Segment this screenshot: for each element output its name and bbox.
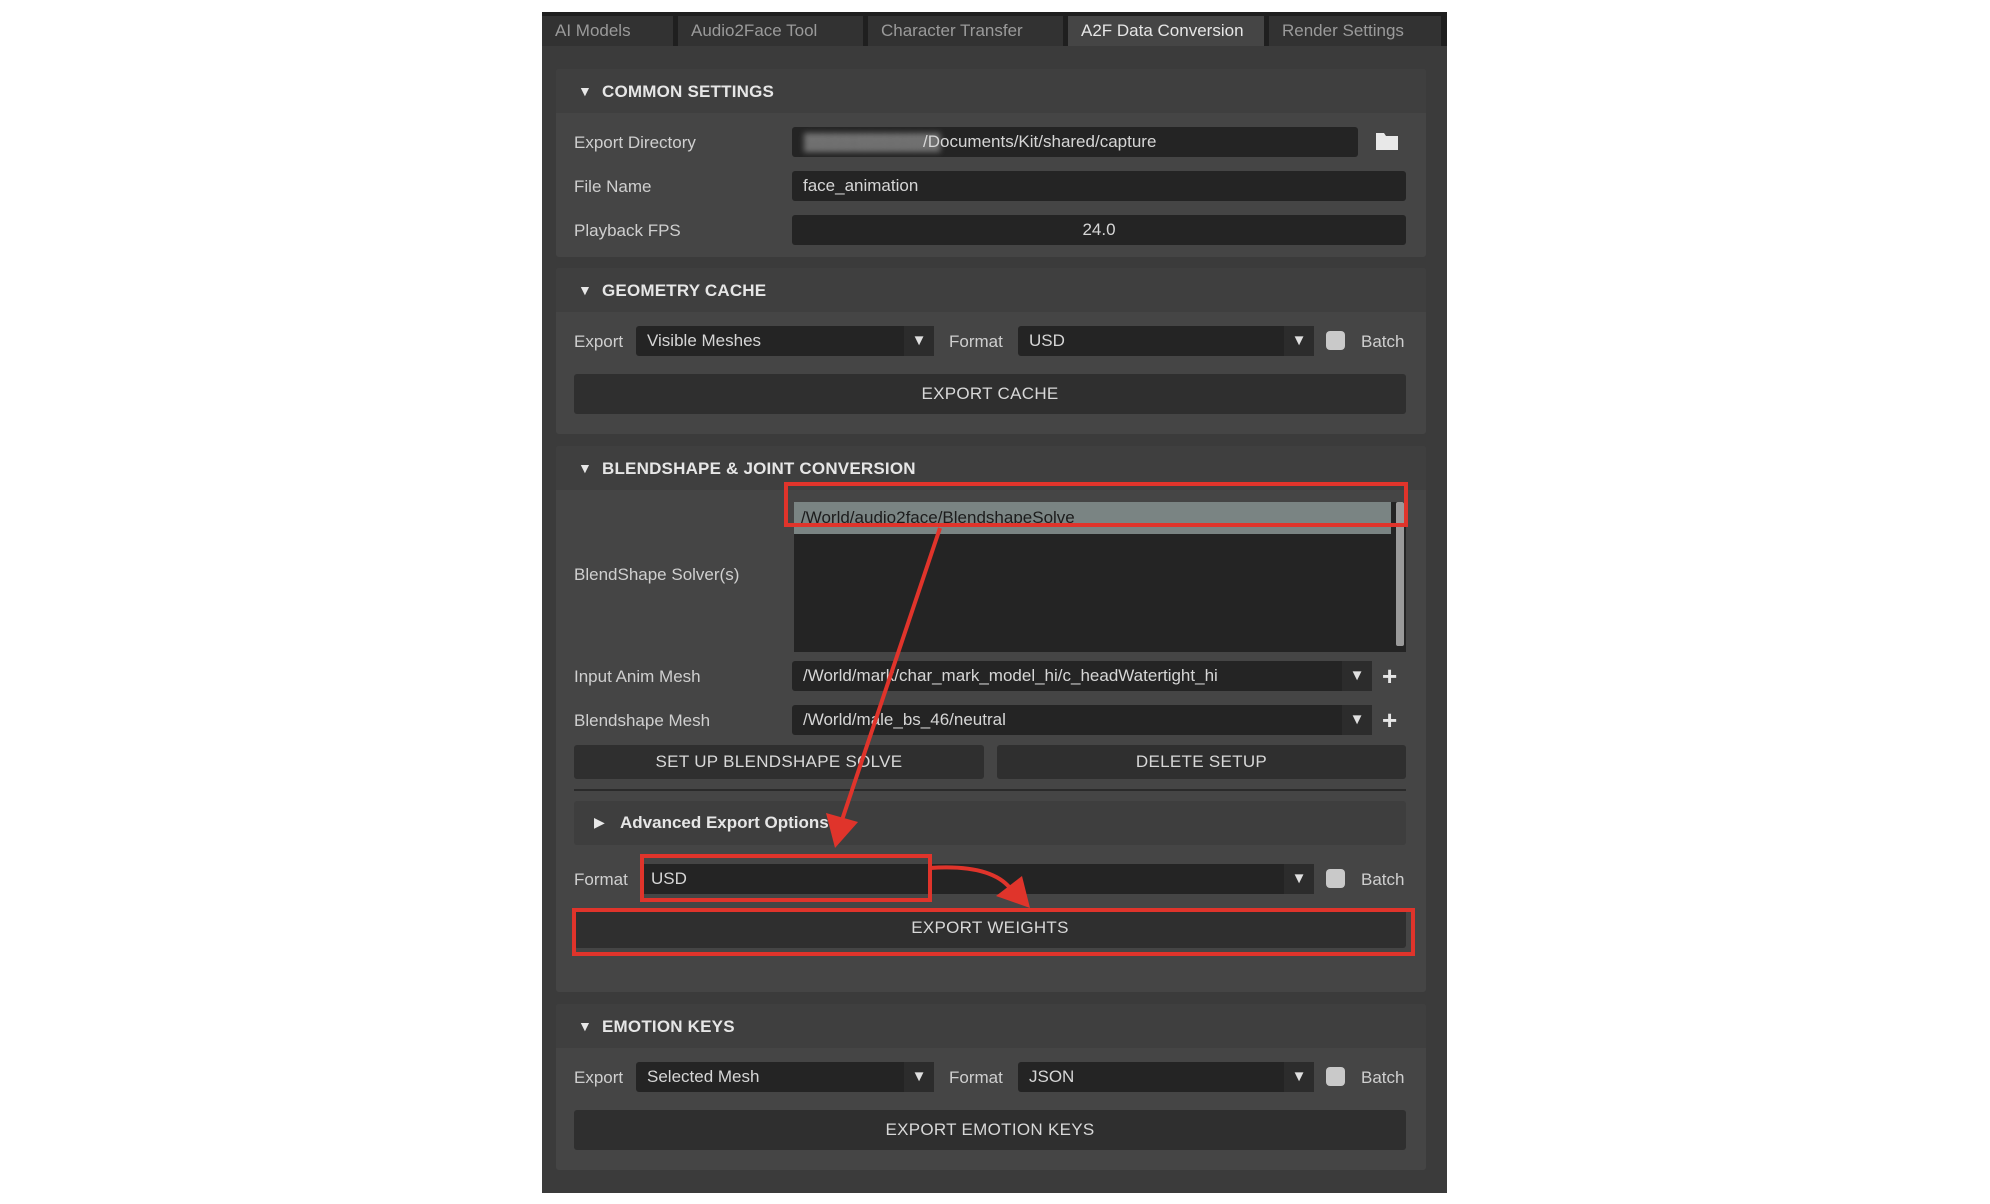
section-title: GEOMETRY CACHE [602, 281, 767, 300]
advanced-export-options-toggle[interactable]: ▶ Advanced Export Options [574, 801, 1406, 845]
input-anim-mesh-label: Input Anim Mesh [574, 667, 701, 686]
format-label: Format [574, 870, 628, 889]
export-directory-label: Export Directory [574, 133, 696, 152]
blendshape-section: ▼ BLENDSHAPE & JOINT CONVERSION BlendSha… [556, 446, 1426, 992]
blendshape-header[interactable]: ▼ BLENDSHAPE & JOINT CONVERSION [556, 446, 1426, 490]
emotion-keys-section: ▼ EMOTION KEYS Export Selected Mesh ▼ Fo… [556, 1004, 1426, 1170]
dropdown-arrow-icon: ▼ [1284, 1062, 1314, 1092]
add-input-mesh-icon[interactable]: + [1382, 663, 1397, 689]
dropdown-arrow-icon: ▼ [1284, 326, 1314, 356]
dropdown-value: USD [651, 869, 687, 888]
playback-fps-label: Playback FPS [574, 221, 681, 240]
dropdown-arrow-icon: ▼ [1284, 864, 1314, 894]
export-label: Export [574, 1068, 624, 1087]
batch-checkbox[interactable] [1326, 869, 1345, 888]
collapse-triangle-icon: ▼ [578, 1018, 592, 1034]
blendshape-mesh-label: Blendshape Mesh [574, 711, 711, 730]
solvers-list[interactable]: /World/audio2face/BlendshapeSolve [794, 502, 1406, 652]
geometry-cache-section: ▼ GEOMETRY CACHE Export Visible Meshes ▼… [556, 268, 1426, 434]
common-settings-header[interactable]: ▼ COMMON SETTINGS [556, 69, 1426, 113]
tab-render-settings[interactable]: Render Settings [1269, 16, 1441, 46]
collapse-triangle-icon: ▼ [578, 460, 592, 476]
export-weights-button[interactable]: EXPORT WEIGHTS [574, 908, 1406, 948]
dropdown-value: Selected Mesh [647, 1067, 760, 1086]
folder-icon[interactable] [1374, 128, 1400, 154]
batch-label: Batch [1361, 332, 1405, 351]
collapse-triangle-icon: ▼ [578, 282, 592, 298]
tab-ai-models[interactable]: AI Models [542, 16, 673, 46]
tab-character-transfer[interactable]: Character Transfer [868, 16, 1063, 46]
format-dropdown[interactable]: USD ▼ [1018, 326, 1314, 356]
file-name-field[interactable]: face_animation [792, 171, 1406, 201]
dropdown-value: /World/mark/char_mark_model_hi/c_headWat… [803, 666, 1218, 685]
input-anim-mesh-dropdown[interactable]: /World/mark/char_mark_model_hi/c_headWat… [792, 661, 1372, 691]
export-label: Export [574, 332, 624, 351]
batch-label: Batch [1361, 1068, 1405, 1087]
batch-label: Batch [1361, 870, 1405, 889]
export-emotion-keys-button[interactable]: EXPORT EMOTION KEYS [574, 1110, 1406, 1150]
playback-fps-field[interactable]: 24.0 [792, 215, 1406, 245]
divider [574, 789, 1406, 791]
file-name-label: File Name [574, 177, 652, 196]
blendshape-mesh-dropdown[interactable]: /World/male_bs_46/neutral ▼ [792, 705, 1372, 735]
geometry-cache-header[interactable]: ▼ GEOMETRY CACHE [556, 268, 1426, 312]
list-scrollbar[interactable] [1396, 502, 1404, 646]
dropdown-arrow-icon: ▼ [904, 1062, 934, 1092]
expand-triangle-icon: ▶ [594, 814, 605, 830]
set-up-blendshape-solve-button[interactable]: SET UP BLENDSHAPE SOLVE [574, 745, 984, 779]
a2f-panel: AI Models Audio2Face Tool Character Tran… [542, 12, 1447, 1193]
common-settings-section: ▼ COMMON SETTINGS Export Directory ▓▓▓▓▓… [556, 69, 1426, 257]
emotion-export-dropdown[interactable]: Selected Mesh ▼ [636, 1062, 934, 1092]
emotion-keys-header[interactable]: ▼ EMOTION KEYS [556, 1004, 1426, 1048]
dropdown-arrow-icon: ▼ [904, 326, 934, 356]
export-directory-field[interactable]: ▓▓▓▓▓▓▓▓▓▓▓ /Documents/Kit/shared/captur… [792, 127, 1358, 157]
export-cache-button[interactable]: EXPORT CACHE [574, 374, 1406, 414]
blendshape-solvers-label: BlendShape Solver(s) [574, 565, 740, 584]
export-mode-dropdown[interactable]: Visible Meshes ▼ [636, 326, 934, 356]
weights-format-dropdown[interactable]: USD ▼ [640, 864, 1314, 894]
dropdown-value: USD [1029, 331, 1065, 350]
delete-setup-button[interactable]: DELETE SETUP [997, 745, 1406, 779]
format-label: Format [949, 332, 1003, 351]
dropdown-arrow-icon: ▼ [1342, 661, 1372, 691]
collapse-triangle-icon: ▼ [578, 83, 592, 99]
add-blendshape-mesh-icon[interactable]: + [1382, 707, 1397, 733]
section-title: EMOTION KEYS [602, 1017, 735, 1036]
tab-a2f-data-conversion[interactable]: A2F Data Conversion [1068, 16, 1264, 46]
tab-audio2face-tool[interactable]: Audio2Face Tool [678, 16, 863, 46]
solver-list-item[interactable]: /World/audio2face/BlendshapeSolve [794, 502, 1391, 534]
section-title: COMMON SETTINGS [602, 82, 775, 101]
section-title: BLENDSHAPE & JOINT CONVERSION [602, 459, 916, 478]
dropdown-arrow-icon: ▼ [1342, 705, 1372, 735]
emotion-format-dropdown[interactable]: JSON ▼ [1018, 1062, 1314, 1092]
advanced-export-options-label: Advanced Export Options [620, 813, 829, 832]
tab-bar: AI Models Audio2Face Tool Character Tran… [542, 12, 1447, 46]
tab-content: ▼ COMMON SETTINGS Export Directory ▓▓▓▓▓… [542, 46, 1447, 1193]
redacted-path-prefix: ▓▓▓▓▓▓▓▓▓▓▓ [804, 132, 941, 151]
batch-checkbox[interactable] [1326, 1067, 1345, 1086]
export-directory-value: /Documents/Kit/shared/capture [923, 132, 1157, 151]
batch-checkbox[interactable] [1326, 331, 1345, 350]
format-label: Format [949, 1068, 1003, 1087]
dropdown-value: Visible Meshes [647, 331, 762, 350]
dropdown-value: /World/male_bs_46/neutral [803, 710, 1006, 729]
dropdown-value: JSON [1029, 1067, 1075, 1086]
